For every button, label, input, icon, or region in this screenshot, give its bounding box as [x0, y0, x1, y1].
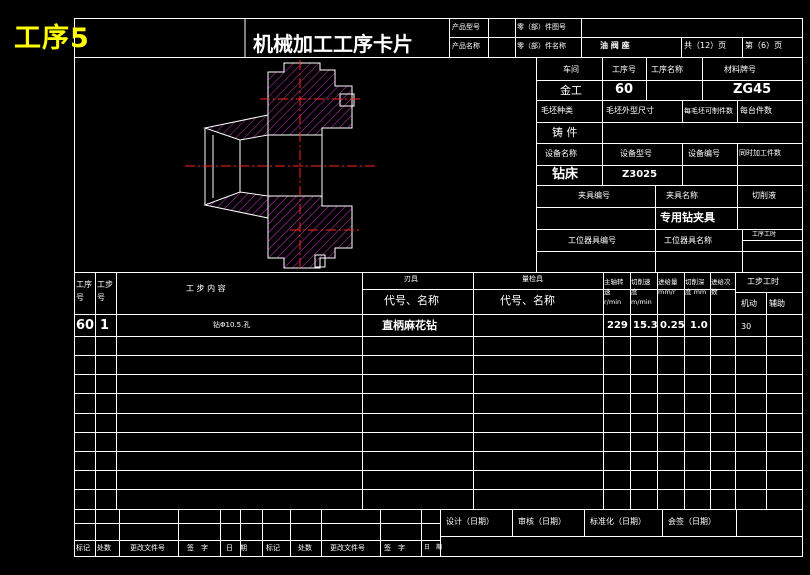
col-seq-header: 工序号 — [76, 280, 92, 302]
countersign-label: 会签（日期） — [668, 517, 716, 526]
col-step-header: 工步号 — [97, 280, 113, 302]
footer-mark: 标记 — [76, 544, 90, 552]
per-unit-label: 每台件数 — [740, 106, 772, 115]
col-depth-header: 切削深度 mm — [685, 278, 707, 296]
footer-count-2: 处数 — [298, 544, 312, 552]
process-no-label: 工序号 — [612, 65, 636, 74]
coolant-label: 切削液 — [752, 191, 776, 200]
total-pages: 共（12）页 — [684, 41, 727, 50]
blank-type-value: 铸 件 — [552, 126, 578, 139]
blank-count-label: 每毛坯可制件数 — [684, 107, 733, 115]
row-step: 1 — [100, 318, 110, 333]
footer-mark-2: 标记 — [266, 544, 280, 552]
footer-date-2: 日 期 — [424, 544, 443, 551]
footer-date: 日 期 — [226, 544, 247, 552]
equip-no-label: 设备编号 — [688, 149, 720, 158]
fixture-no-label: 夹具编号 — [578, 191, 610, 200]
station-no-label: 工位器具编号 — [568, 236, 616, 245]
part-name-label: 零（部）件名称 — [517, 42, 566, 50]
design-label: 设计（日期） — [446, 517, 494, 526]
process-no-value: 60 — [615, 82, 634, 97]
footer-doc-no-2: 更改文件号 — [330, 544, 365, 552]
equip-model-label: 设备型号 — [620, 149, 652, 158]
col-passes-header: 进给次数 — [711, 278, 731, 296]
row-speed: 229 — [607, 320, 628, 331]
review-label: 审核（日期） — [518, 517, 566, 526]
station-time-label: 工序工时 — [752, 231, 777, 238]
fixture-name-label: 夹具名称 — [666, 191, 698, 200]
equip-name-label: 设备名称 — [545, 149, 577, 158]
equip-name-value: 钻床 — [552, 167, 579, 182]
part-name-value: 油 阀 座 — [600, 41, 630, 50]
standard-label: 标准化（日期） — [590, 517, 646, 526]
col-aux-header: 辅助 — [769, 299, 785, 308]
card-title: 机械加工工序卡片 — [253, 32, 413, 56]
workshop-label: 车间 — [563, 65, 579, 74]
process-label: 工序5 — [14, 23, 90, 54]
process-name-label: 工序名称 — [651, 65, 683, 74]
simul-count-label: 同时加工件数 — [739, 149, 781, 157]
row-cut-speed: 15.3 — [633, 320, 658, 331]
col-cut-speed-header: 切削速度 m/min — [631, 278, 652, 306]
footer-sign-2: 签 字 — [384, 544, 405, 552]
blank-size-label: 毛坯外型尺寸 — [606, 106, 654, 115]
col-gauge-header: 量检具 — [522, 275, 543, 283]
product-name-label: 产品名称 — [452, 42, 480, 50]
col-tool-code-header: 代号、名称 — [384, 294, 439, 307]
station-name-label: 工位器具名称 — [664, 236, 712, 245]
equip-model-value: Z3025 — [622, 169, 658, 180]
row-depth: 1.0 — [690, 320, 708, 331]
col-tool-header: 刃具 — [404, 275, 418, 283]
col-speed-header: 主轴转速 r/min — [604, 278, 624, 306]
part-section-drawing — [185, 60, 378, 270]
workshop-value: 金工 — [560, 84, 582, 97]
row-content: 钻Φ10.5.孔 — [213, 321, 251, 329]
col-machine-header: 机动 — [741, 299, 757, 308]
row-machine-time: 30 — [741, 322, 752, 331]
row-feed: 0.25 — [660, 320, 685, 331]
col-feed-header: 进给量 mm/r — [658, 278, 678, 296]
footer-count: 处数 — [97, 544, 111, 552]
material-label: 材料牌号 — [724, 65, 756, 74]
col-content-header: 工 步 内 容 — [186, 284, 226, 293]
footer-doc-no: 更改文件号 — [130, 544, 165, 552]
part-number-label: 零（部）件图号 — [517, 23, 566, 31]
col-gauge-code-header: 代号、名称 — [500, 294, 555, 307]
row-seq: 60 — [76, 318, 95, 333]
row-tool: 直柄麻花钻 — [382, 319, 437, 332]
footer-sign: 签 字 — [187, 544, 208, 552]
col-time-header: 工步工时 — [747, 277, 779, 286]
blank-type-label: 毛坯种类 — [541, 106, 573, 115]
material-value: ZG45 — [733, 82, 772, 97]
fixture-name-value: 专用钻夹具 — [660, 211, 715, 224]
product-model-label: 产品型号 — [452, 23, 480, 31]
page-number: 第（6）页 — [745, 41, 783, 50]
